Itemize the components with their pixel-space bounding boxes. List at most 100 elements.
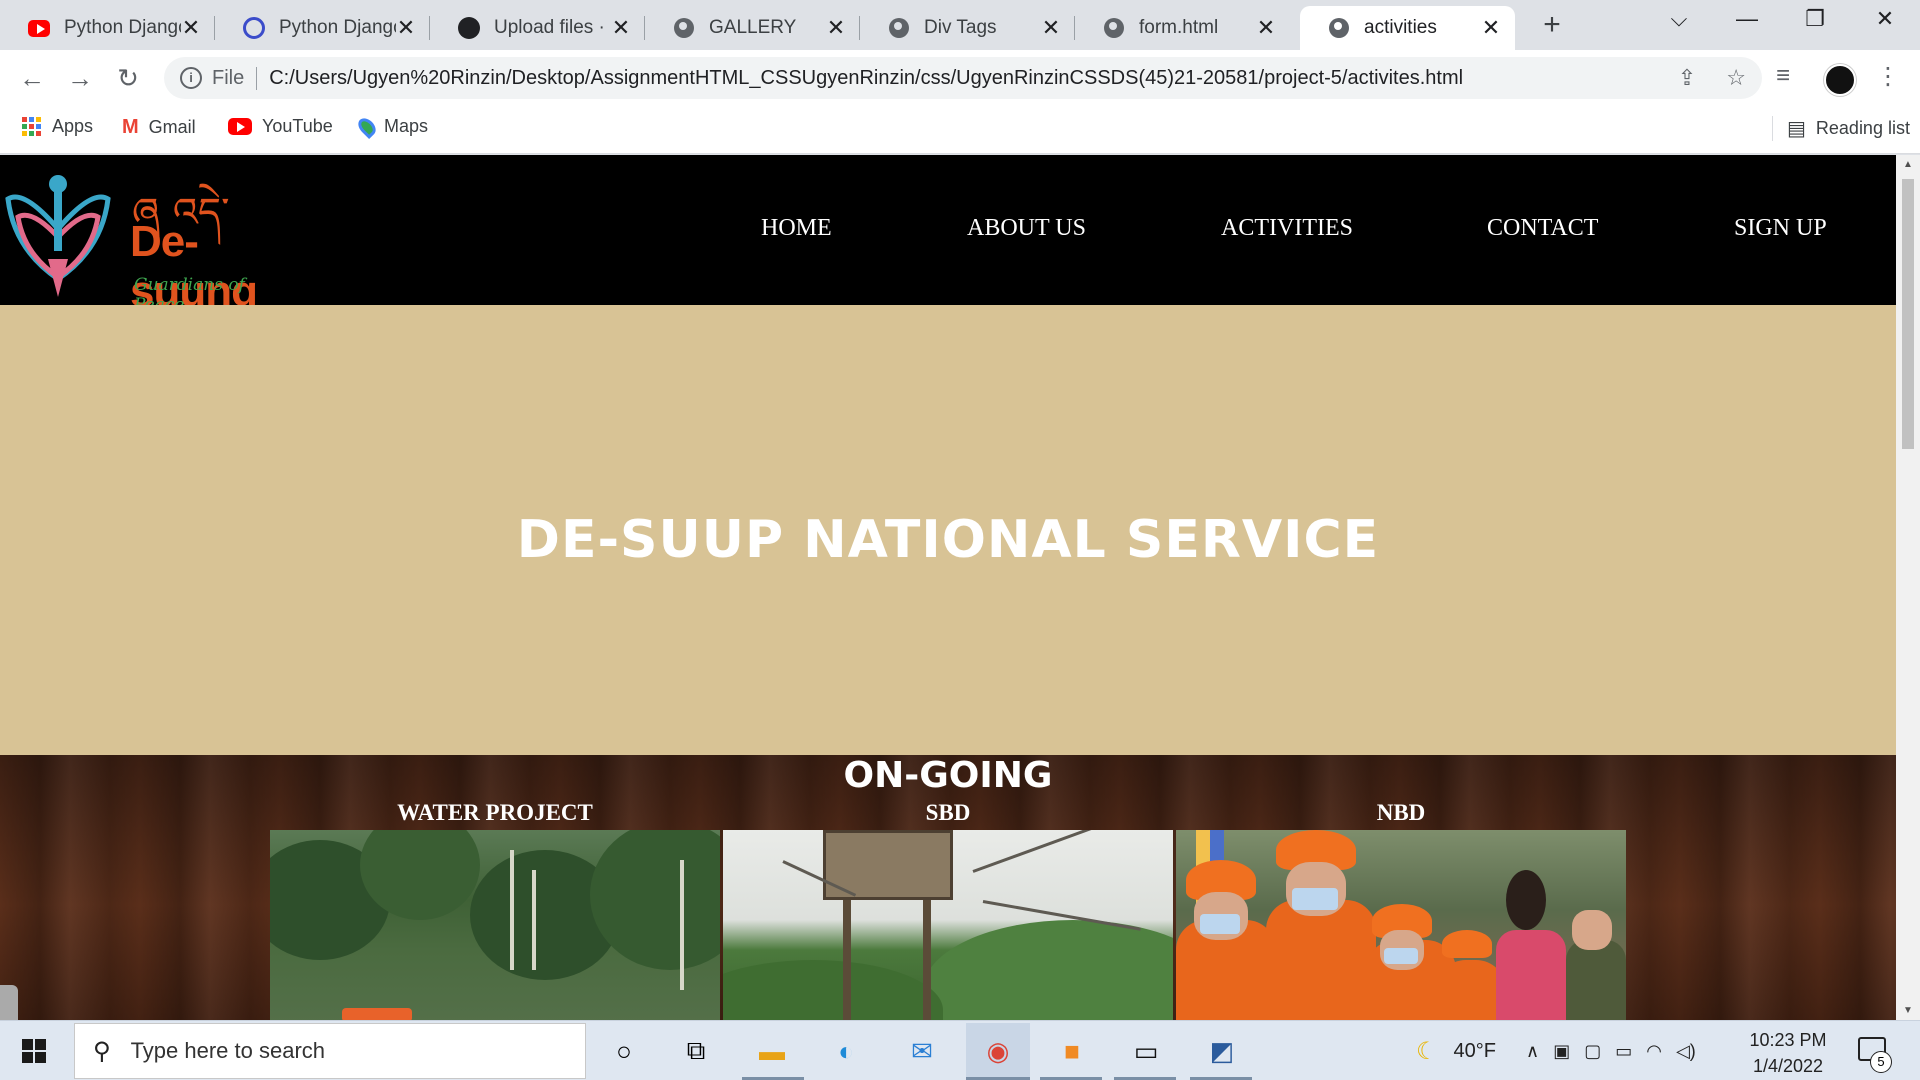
reading-list-label: Reading list [1815,118,1910,138]
battery-icon[interactable]: ▭ [1615,1041,1632,1062]
meet-now-icon[interactable]: ▣ [1553,1041,1570,1062]
tab-title: Python Django [64,17,181,38]
minimize-button[interactable]: — [1722,6,1772,32]
show-hidden-icons-icon[interactable]: ∧ [1526,1041,1539,1062]
scroll-up-arrow-icon[interactable]: ▲ [1903,159,1913,170]
tab-title: form.html [1139,17,1219,38]
windows-start-icon[interactable] [22,1039,46,1063]
windows-taskbar: ⚲ Type here to search ○ ⧉ ▬ ◐ ✉ ◉ ■ ▭ ◩ … [0,1020,1920,1080]
tab-search-button[interactable]: ⌵ [1654,6,1704,32]
forward-button[interactable]: → [62,60,98,96]
address-bar[interactable]: i File C:/Users/Ugyen%20Rinzin/Desktop/A… [164,57,1762,99]
sbd-image[interactable] [723,830,1173,1020]
bookmark-star-icon[interactable]: ☆ [1726,65,1746,91]
chrome-icon[interactable]: ◉ [966,1023,1030,1079]
cortana-icon[interactable]: ○ [604,1031,644,1071]
browser-tab-strip: Python Django ✕ Python Django ✕ Upload f… [0,0,1920,50]
task-view-icon[interactable]: ⧉ [676,1031,716,1071]
close-icon[interactable]: ✕ [396,15,416,41]
defender-icon[interactable]: ▢ [1584,1041,1601,1062]
desuung-emblem-icon [5,175,111,297]
share-icon[interactable]: ⇪ [1678,65,1696,91]
moon-icon: ☾ [1416,1037,1438,1065]
tab-form-html[interactable]: form.html ✕ [1075,6,1290,50]
card-sbd[interactable]: SBD [723,800,1173,1020]
search-placeholder: Type here to search [130,1038,326,1063]
taskbar-search-box[interactable]: ⚲ Type here to search [74,1023,586,1079]
taskbar-clock[interactable]: 10:23 PM 1/4/2022 [1748,1027,1828,1079]
tab-upload-files[interactable]: Upload files · U ✕ [430,6,645,50]
restore-button[interactable]: ❐ [1790,6,1840,32]
reading-list[interactable]: ▤ Reading list [1772,116,1910,141]
nav-sign-up[interactable]: SIGN UP [1734,215,1827,242]
close-icon[interactable]: ✕ [1256,15,1276,41]
nav-contact[interactable]: CONTACT [1487,215,1598,242]
card-water-project[interactable]: WATER PROJECT [270,800,720,1020]
water-project-image[interactable] [270,830,720,1020]
nbd-image[interactable] [1176,830,1626,1020]
tab-title: Upload files · U [494,17,611,38]
tab-python-django-1[interactable]: Python Django ✕ [0,6,215,50]
close-icon[interactable]: ✕ [1041,15,1061,41]
bookmark-label: YouTube [262,116,333,136]
edge-icon[interactable]: ◐ [826,1031,866,1071]
card-label: WATER PROJECT [397,800,593,825]
close-icon[interactable]: ✕ [1481,15,1501,41]
reload-button[interactable]: ↻ [110,60,146,96]
wifi-icon[interactable]: ◠ [1646,1041,1662,1062]
tab-gallery[interactable]: GALLERY ✕ [645,6,860,50]
more-menu-icon[interactable]: ⋮ [1876,62,1900,91]
bookmark-gmail[interactable]: M Gmail [122,116,196,139]
tab-div-tags[interactable]: Div Tags ✕ [860,6,1075,50]
bookmarks-bar: Apps M Gmail YouTube Maps ▤ Reading list [0,106,1920,154]
bookmark-label: Gmail [148,117,196,137]
nav-home[interactable]: HOME [761,215,832,242]
apps-grid-icon [22,116,42,137]
site-info-icon[interactable]: i [180,67,202,89]
back-button[interactable]: ← [14,60,50,96]
mail-icon[interactable]: ✉ [902,1031,942,1071]
weather-widget[interactable]: ☾ 40°F [1416,1021,1496,1080]
page-scrollbar[interactable]: ▲ ▼ [1896,155,1920,1020]
browser-toolbar: ← → ↻ i File C:/Users/Ugyen%20Rinzin/Des… [0,50,1920,106]
notification-count-badge: 5 [1870,1051,1892,1073]
scrollbar-thumb[interactable] [1902,179,1914,449]
tab-activities[interactable]: activities ✕ [1300,6,1515,50]
django-icon [243,17,265,39]
tab-title: GALLERY [709,17,797,38]
scheme-label: File [212,66,258,90]
ongoing-title: ON-GOING [843,755,1053,796]
url-text[interactable]: C:/Users/Ugyen%20Rinzin/Desktop/Assignme… [269,67,1463,90]
card-nbd[interactable]: NBD [1176,800,1626,1020]
profile-avatar[interactable] [1824,64,1856,96]
scroll-down-arrow-icon[interactable]: ▼ [1903,1005,1913,1016]
media-control-icon[interactable]: ≡ [1776,62,1790,90]
youtube-icon [228,118,252,135]
close-icon[interactable]: ✕ [181,15,201,41]
youtube-icon [28,17,50,39]
system-tray: ∧ ▣ ▢ ▭ ◠ ◁) [1526,1021,1696,1080]
close-icon[interactable]: ✕ [826,15,846,41]
terminal-icon[interactable]: ▭ [1126,1031,1166,1071]
site-logo[interactable]: ཞ འདེ་སྲུང་། De-suung Guardians of Peace [4,159,284,349]
github-icon [458,17,480,39]
close-icon[interactable]: ✕ [611,15,631,41]
sublime-text-icon[interactable]: ■ [1052,1031,1092,1071]
nav-about-us[interactable]: ABOUT US [967,215,1086,242]
maps-pin-icon [354,114,380,139]
new-tab-button[interactable]: + [1537,8,1567,42]
nav-activities[interactable]: ACTIVITIES [1221,215,1353,242]
card-label: SBD [925,800,971,825]
file-explorer-icon[interactable]: ▬ [752,1031,792,1071]
app-icon[interactable]: ◩ [1202,1031,1242,1071]
close-window-button[interactable]: ✕ [1860,6,1910,32]
bookmark-label: Maps [384,116,429,136]
volume-icon[interactable]: ◁) [1676,1041,1696,1062]
bookmark-maps[interactable]: Maps [354,114,429,139]
bookmark-apps[interactable]: Apps [22,116,93,137]
tab-python-django-2[interactable]: Python Django ✕ [215,6,430,50]
globe-icon [888,17,910,39]
globe-icon [1328,17,1350,39]
bookmark-youtube[interactable]: YouTube [228,116,333,137]
tab-title: Div Tags [924,17,997,38]
